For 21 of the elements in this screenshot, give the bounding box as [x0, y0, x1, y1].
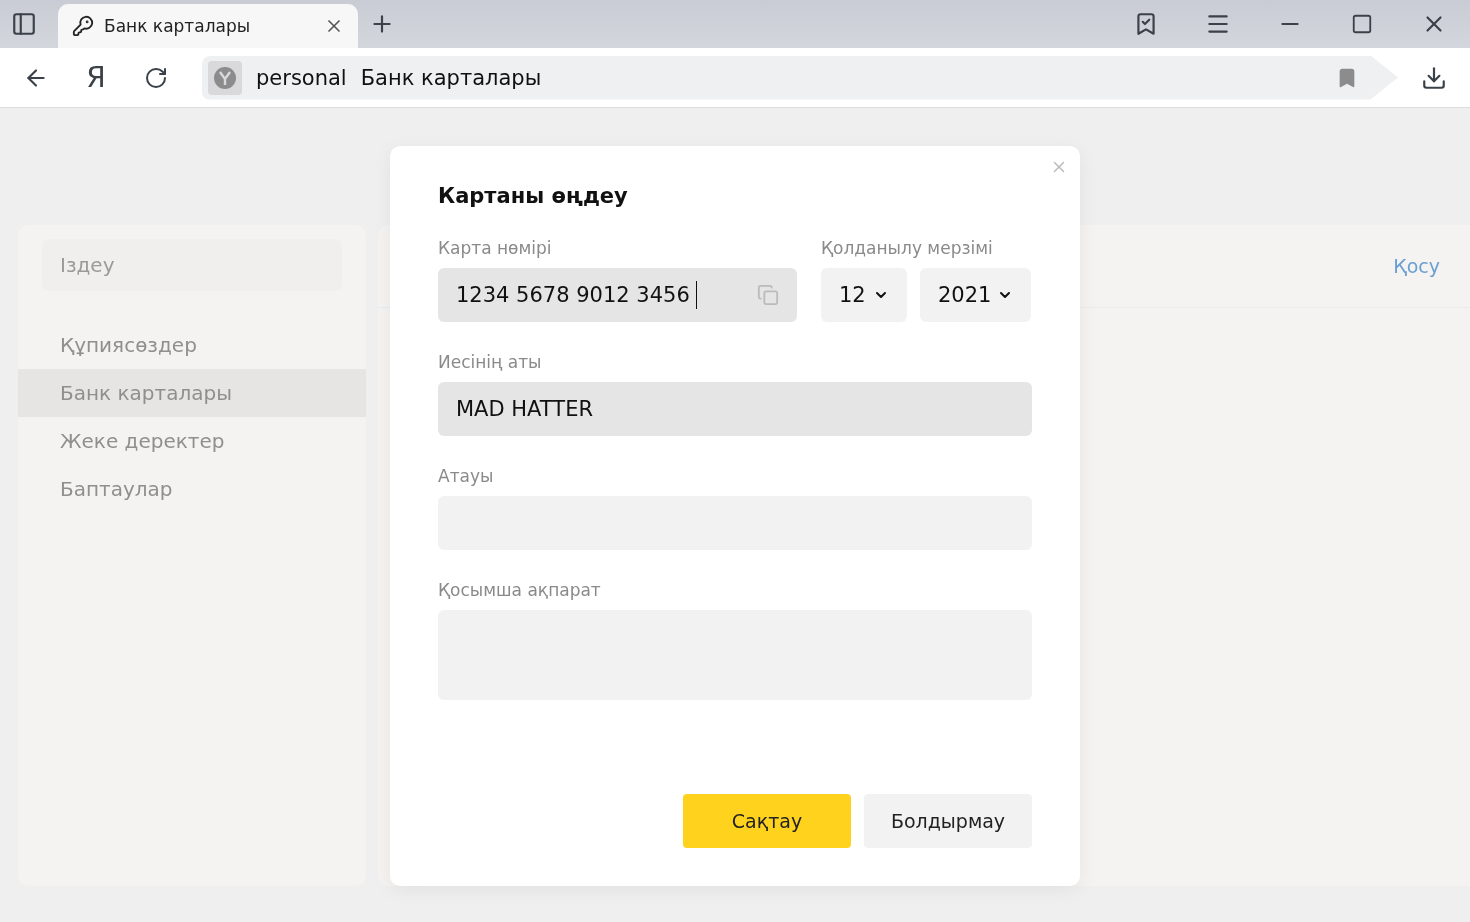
- address-bar[interactable]: personal Банк карталары: [202, 55, 1398, 100]
- tab-title: Банк карталары: [104, 16, 252, 36]
- cancel-button[interactable]: Болдырмау: [864, 794, 1032, 848]
- search-field[interactable]: Іздеу: [42, 239, 342, 291]
- browser-logo[interactable]: Я: [72, 61, 120, 94]
- key-icon: [72, 15, 94, 37]
- input-field[interactable]: MAD HATTER: [438, 382, 1032, 436]
- month-select[interactable]: 12: [821, 268, 907, 322]
- browser-tab[interactable]: Банк карталары: [58, 4, 358, 48]
- save-button[interactable]: Сақтау: [683, 794, 851, 848]
- field-label: Иесінің аты: [438, 352, 543, 372]
- page-title: Банк карталары: [360, 65, 542, 90]
- site-icon: [208, 60, 242, 95]
- year-select[interactable]: 2021: [920, 268, 1031, 322]
- field-label: Атауы: [438, 466, 495, 486]
- field-label: Қосымша ақпарат: [438, 580, 602, 600]
- card-number-field[interactable]: 1234 5678 9012 3456: [438, 268, 797, 322]
- field-label: Қолданылу мерзімі: [821, 238, 994, 258]
- dialog-title: Картаны өңдеу: [438, 184, 629, 208]
- field-label: Карта нөмірі: [438, 238, 553, 258]
- site-name: personal: [256, 65, 347, 90]
